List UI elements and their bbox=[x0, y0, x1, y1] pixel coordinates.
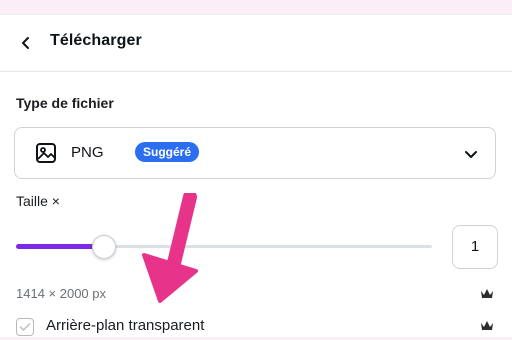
check-icon bbox=[19, 323, 31, 331]
filetype-section-label: Type de fichier bbox=[16, 95, 114, 111]
slider-fill bbox=[16, 244, 103, 249]
chevron-left-icon bbox=[22, 37, 29, 49]
transparent-background-checkbox[interactable] bbox=[16, 318, 34, 336]
chevron-down-icon bbox=[465, 151, 477, 158]
filetype-value: PNG bbox=[71, 144, 104, 161]
suggested-badge: Suggéré bbox=[135, 142, 200, 162]
image-icon bbox=[36, 143, 56, 163]
back-button[interactable] bbox=[14, 31, 38, 55]
transparent-background-label: Arrière-plan transparent bbox=[46, 317, 205, 334]
arrow-down-icon bbox=[142, 193, 198, 303]
slider-thumb[interactable] bbox=[92, 235, 116, 259]
size-slider[interactable] bbox=[16, 235, 432, 259]
filetype-select[interactable]: PNG Suggéré bbox=[14, 127, 496, 179]
page-title: Télécharger bbox=[50, 32, 142, 49]
size-value-input[interactable]: 1 bbox=[452, 225, 498, 269]
panel-header: Télécharger bbox=[0, 15, 512, 72]
image-dimensions: 1414 × 2000 px bbox=[16, 286, 106, 301]
crown-icon bbox=[481, 289, 493, 298]
download-panel: Télécharger Type de fichier PNG Suggéré … bbox=[0, 14, 512, 337]
crown-icon bbox=[481, 321, 493, 330]
size-label: Taille × bbox=[16, 193, 60, 209]
